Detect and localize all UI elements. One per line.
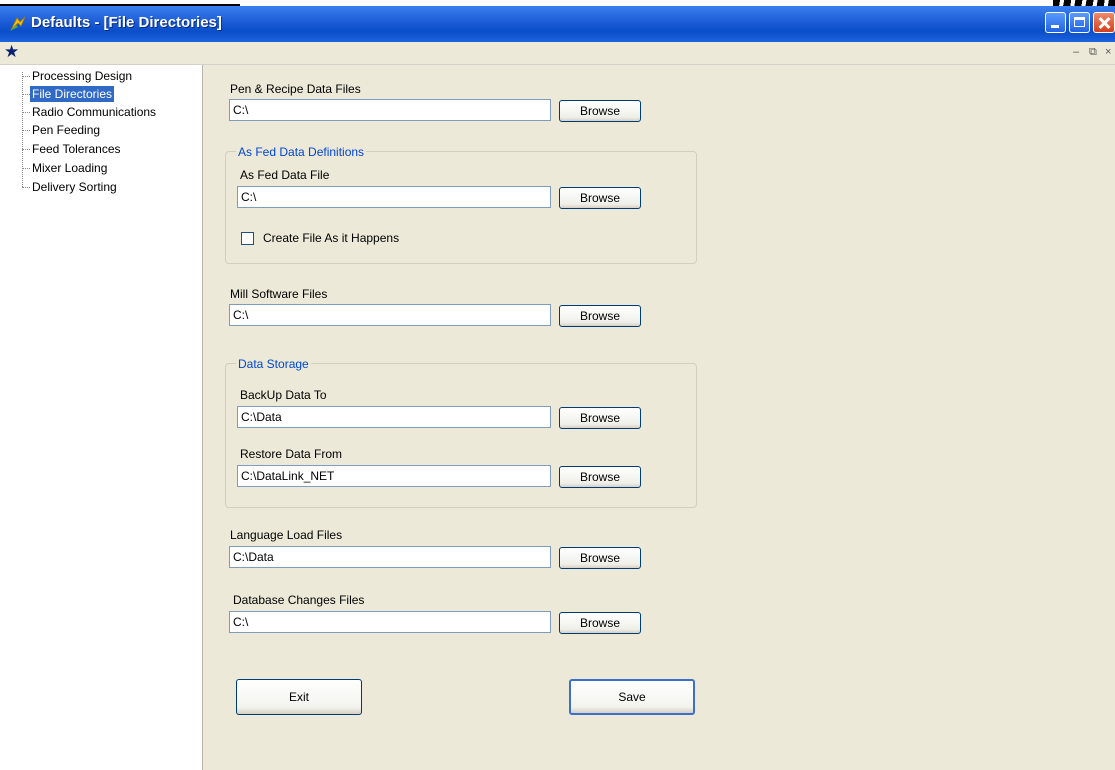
mdi-minimize-icon[interactable]: – [1073, 46, 1079, 58]
as-fed-browse-button[interactable]: Browse [559, 187, 641, 209]
tree-connector [22, 130, 30, 131]
title-bar[interactable]: Defaults - [File Directories] [0, 6, 1115, 42]
star-icon[interactable]: ★ [4, 42, 19, 62]
database-changes-path-input[interactable] [229, 611, 551, 633]
database-changes-browse-button[interactable]: Browse [559, 612, 641, 634]
window-title: Defaults - [File Directories] [31, 14, 222, 31]
pen-recipe-browse-button[interactable]: Browse [559, 100, 641, 122]
tree-connector [22, 149, 30, 150]
save-button[interactable]: Save [569, 679, 695, 715]
restore-path-input[interactable] [237, 465, 551, 487]
tree-connector [22, 187, 30, 188]
as-fed-file-label: As Fed Data File [240, 168, 330, 182]
tree-item-processing-design[interactable]: Processing Design [30, 68, 134, 84]
tree-item-pen-feeding[interactable]: Pen Feeding [30, 122, 102, 138]
database-changes-label: Database Changes Files [233, 593, 365, 607]
backup-label: BackUp Data To [240, 388, 327, 402]
tree-item-feed-tolerances[interactable]: Feed Tolerances [30, 141, 123, 157]
backup-path-input[interactable] [237, 406, 551, 428]
pen-recipe-path-input[interactable] [229, 99, 551, 121]
app-icon [10, 16, 26, 31]
exit-button[interactable]: Exit [236, 679, 362, 715]
tree-item-file-directories[interactable]: File Directories [30, 86, 115, 102]
mdi-menu-strip: ★ – ⧉ × [0, 42, 1115, 65]
create-file-checkbox[interactable] [241, 232, 254, 245]
minimize-button[interactable] [1045, 12, 1066, 33]
language-browse-button[interactable]: Browse [559, 547, 641, 569]
file-directories-panel: Pen & Recipe Data Files Browse As Fed Da… [202, 65, 1115, 770]
pen-recipe-label: Pen & Recipe Data Files [230, 82, 361, 96]
data-storage-group-title: Data Storage [236, 357, 311, 371]
tree-connector [22, 168, 30, 169]
tree-connector [22, 112, 30, 113]
mdi-restore-icon[interactable]: ⧉ [1089, 46, 1097, 59]
mill-software-path-input[interactable] [229, 304, 551, 326]
language-label: Language Load Files [230, 528, 343, 542]
mill-software-browse-button[interactable]: Browse [559, 305, 641, 327]
restore-browse-button[interactable]: Browse [559, 466, 641, 488]
as-fed-group-title: As Fed Data Definitions [236, 145, 367, 159]
mill-software-label: Mill Software Files [230, 287, 328, 301]
tree-item-radio-communications[interactable]: Radio Communications [30, 104, 158, 120]
backup-browse-button[interactable]: Browse [559, 407, 641, 429]
settings-tree: Processing Design File Directories Radio… [0, 65, 202, 770]
mdi-close-icon[interactable]: × [1105, 46, 1111, 58]
tree-item-mixer-loading[interactable]: Mixer Loading [30, 160, 109, 176]
create-file-label: Create File As it Happens [263, 231, 400, 245]
as-fed-file-path-input[interactable] [237, 186, 551, 208]
tree-connector [22, 94, 30, 95]
tree-item-delivery-sorting[interactable]: Delivery Sorting [30, 179, 119, 195]
restore-label: Restore Data From [240, 447, 343, 461]
language-path-input[interactable] [229, 546, 551, 568]
maximize-button[interactable] [1069, 12, 1090, 33]
close-button[interactable] [1093, 12, 1115, 33]
tree-connector [22, 76, 30, 77]
